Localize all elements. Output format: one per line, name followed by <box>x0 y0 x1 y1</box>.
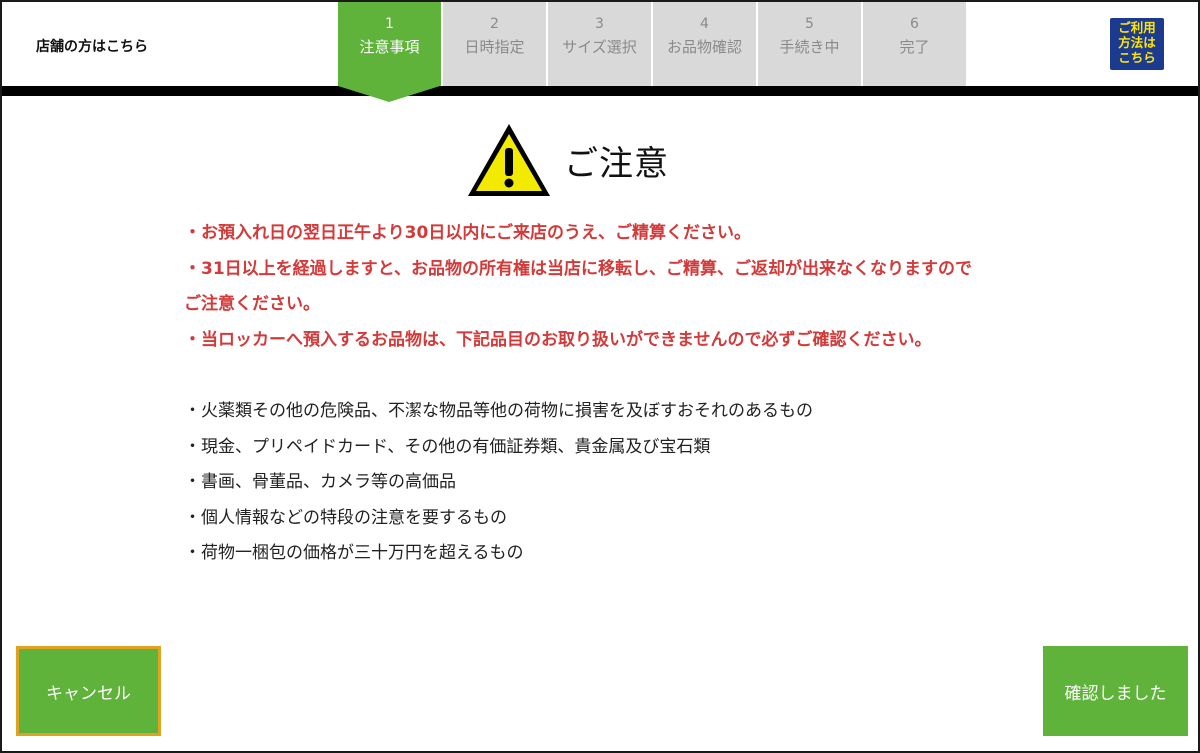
step-number: 5 <box>805 16 814 32</box>
list-item: ・個人情報などの特段の注意を要するもの <box>184 507 507 528</box>
step-label: サイズ選択 <box>562 38 637 56</box>
step-label: 完了 <box>899 38 930 56</box>
step-label: 手続き中 <box>779 38 840 56</box>
cancel-button[interactable]: キャンセル <box>16 646 161 736</box>
prohibited-items-list: ・火薬類その他の危険品、不潔な物品等他の荷物に損害を及ぼすおそれのあるもの ・現… <box>184 394 944 572</box>
list-item: ・火薬類その他の危険品、不潔な物品等他の荷物に損害を及ぼすおそれのあるもの <box>184 401 813 421</box>
step-number: 4 <box>700 16 709 32</box>
header: 店舗の方はこちら 1 注意事項 2 日時指定 3 サイズ選択 4 お品物確認 5… <box>2 2 1198 102</box>
help-line: こちら <box>1118 50 1156 65</box>
step-6: 6 完了 <box>863 2 966 86</box>
help-line: 方法は <box>1118 35 1156 50</box>
kiosk-frame: 店舗の方はこちら 1 注意事項 2 日時指定 3 サイズ選択 4 お品物確認 5… <box>0 0 1200 753</box>
warning-line: ・お預入れ日の翌日正午より30日以内にご来店のうえ、ご精算ください。 <box>184 223 751 243</box>
warning-line: ・当ロッカーへ預入するお品物は、下記品目のお取り扱いができませんので必ずご確認く… <box>184 329 932 350</box>
list-item: ・荷物一梱包の価格が三十万円を超えるもの <box>184 543 524 563</box>
step-5: 5 手続き中 <box>758 2 861 86</box>
warning-triangle-icon <box>468 124 550 196</box>
warning-line: ご注意ください。 <box>184 294 320 314</box>
store-staff-link[interactable]: 店舗の方はこちら <box>36 36 148 56</box>
step-3: 3 サイズ選択 <box>548 2 651 86</box>
list-item: ・現金、プリペイドカード、その他の有価証券類、貴金属及び宝石類 <box>184 436 711 457</box>
step-label: お品物確認 <box>666 38 742 56</box>
step-number: 2 <box>490 16 499 32</box>
step-2: 2 日時指定 <box>443 2 546 86</box>
confirm-button[interactable]: 確認しました <box>1043 646 1188 736</box>
step-4: 4 お品物確認 <box>653 2 756 86</box>
help-guide-icon[interactable]: ご利用 方法は こちら <box>1110 18 1164 70</box>
notice-title: ご注意 <box>564 143 669 184</box>
step-label: 注意事項 <box>359 38 420 56</box>
help-line: ご利用 <box>1118 20 1156 35</box>
list-item: ・書画、骨董品、カメラ等の高価品 <box>184 472 456 492</box>
header-divider <box>2 86 1198 96</box>
step-label: 日時指定 <box>464 38 525 56</box>
step-number: 1 <box>385 16 394 32</box>
progress-steps: 1 注意事項 2 日時指定 3 サイズ選択 4 お品物確認 5 手続き中 6 完… <box>338 2 966 102</box>
warning-list: ・お預入れ日の翌日正午より30日以内にご来店のうえ、ご精算ください。 ・31日以… <box>184 216 1044 358</box>
step-number: 3 <box>595 16 604 32</box>
notice-title-row: ご注意 <box>464 120 669 200</box>
step-1: 1 注意事項 <box>338 2 441 102</box>
warning-line: ・31日以上を経過しますと、お品物の所有権は当店に移転し、ご精算、ご返却が出来な… <box>184 258 972 279</box>
step-number: 6 <box>910 16 919 32</box>
